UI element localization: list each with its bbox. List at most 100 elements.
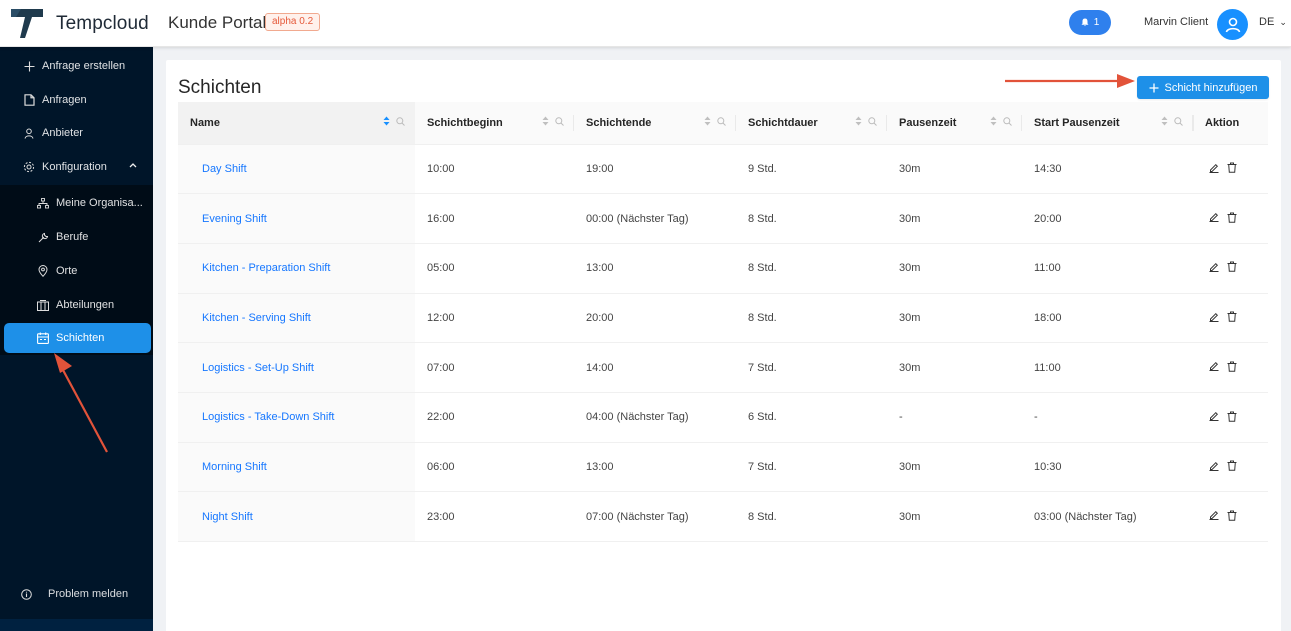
sort-icon[interactable] [704, 116, 711, 126]
shift-name-link[interactable]: Morning Shift [202, 461, 267, 473]
language-label: DE [1259, 16, 1275, 28]
shift-name-link[interactable]: Night Shift [202, 511, 253, 523]
delete-icon[interactable] [1227, 510, 1237, 521]
sidebar-item-meine-organisation[interactable]: Meine Organisa... [0, 188, 153, 218]
actions-cell [1193, 491, 1268, 542]
shift-name-cell[interactable]: Night Shift [178, 491, 415, 542]
shift-start-cell: 06:00 [415, 442, 574, 493]
plus-icon [1149, 83, 1159, 92]
shift-name-link[interactable]: Kitchen - Serving Shift [202, 312, 311, 324]
edit-icon[interactable] [1209, 312, 1219, 322]
sidebar-item-schichten[interactable]: Schichten [4, 323, 151, 353]
column-header-start-pausenzeit[interactable]: Start Pausenzeit [1022, 102, 1193, 145]
shift-name-cell[interactable]: Evening Shift [178, 193, 415, 244]
delete-icon[interactable] [1227, 261, 1237, 273]
edit-icon[interactable] [1209, 411, 1219, 422]
version-badge: alpha 0.2 [265, 13, 321, 31]
delete-icon[interactable] [1227, 162, 1237, 173]
sidebar-item-label: Berufe [56, 231, 89, 243]
sort-icon[interactable] [990, 116, 997, 126]
column-header-pausenzeit[interactable]: Pausenzeit [887, 102, 1022, 145]
shift-name-link[interactable]: Logistics - Set-Up Shift [202, 362, 314, 374]
add-shift-button[interactable]: Schicht hinzufügen [1137, 76, 1269, 99]
avatar[interactable] [1217, 9, 1248, 40]
shift-duration-cell: 8 Std. [736, 293, 887, 344]
column-header-schichtbeginn[interactable]: Schichtbeginn [415, 102, 574, 145]
table-row: Morning Shift 06:00 13:00 7 Std. 30m 10:… [178, 442, 1268, 493]
pause-start-cell: 14:30 [1022, 144, 1193, 195]
sort-icon[interactable] [542, 116, 549, 126]
top-header: Tempcloud Kunde Portal alpha 0.2 1 Marvi… [0, 0, 1291, 47]
edit-icon[interactable] [1209, 461, 1219, 471]
shift-duration-cell: 8 Std. [736, 491, 887, 542]
sidebar-item-abteilungen[interactable]: Abteilungen [0, 290, 153, 320]
search-icon[interactable] [396, 116, 405, 126]
table-row: Kitchen - Serving Shift 12:00 20:00 8 St… [178, 293, 1268, 344]
location-icon [36, 264, 50, 278]
sidebar-item-anfragen[interactable]: Anfragen [0, 85, 153, 115]
sidebar-item-anbieter[interactable]: Anbieter [0, 118, 153, 148]
delete-icon[interactable] [1227, 361, 1237, 372]
page-title: Schichten [178, 77, 262, 98]
report-problem-button[interactable]: Problem melden [0, 579, 153, 609]
shift-start-cell: 07:00 [415, 342, 574, 393]
shift-duration-cell: 8 Std. [736, 243, 887, 294]
column-header-name[interactable]: Name [178, 102, 415, 145]
notification-count: 1 [1093, 17, 1100, 28]
search-icon[interactable] [1003, 116, 1012, 126]
shifts-table-body: Day Shift 10:00 19:00 9 Std. 30m 14:30 E… [178, 144, 1268, 542]
shift-name-cell[interactable]: Kitchen - Serving Shift [178, 293, 415, 344]
edit-icon[interactable] [1209, 212, 1219, 223]
sort-icon[interactable] [855, 116, 862, 126]
sort-icon[interactable] [383, 116, 390, 126]
delete-icon[interactable] [1227, 460, 1237, 472]
search-icon[interactable] [555, 116, 564, 126]
shift-name-cell[interactable]: Logistics - Set-Up Shift [178, 342, 415, 393]
actions-cell [1193, 293, 1268, 344]
column-header-schichtdauer[interactable]: Schichtdauer [736, 102, 887, 145]
shift-name-link[interactable]: Evening Shift [202, 213, 267, 225]
sidebar-item-konfiguration[interactable]: Konfiguration [0, 152, 153, 182]
shift-name-link[interactable]: Logistics - Take-Down Shift [202, 411, 334, 423]
shift-duration-cell: 7 Std. [736, 442, 887, 493]
shift-name-cell[interactable]: Logistics - Take-Down Shift [178, 392, 415, 443]
shift-name-link[interactable]: Kitchen - Preparation Shift [202, 262, 330, 274]
actions-cell [1193, 144, 1268, 195]
tempcloud-logo[interactable] [10, 8, 44, 40]
delete-icon[interactable] [1227, 311, 1237, 322]
sidebar-item-berufe[interactable]: Berufe [0, 222, 153, 252]
sidebar-item-anfrage-erstellen[interactable]: Anfrage erstellen [0, 51, 153, 81]
delete-icon[interactable] [1227, 212, 1237, 223]
edit-icon[interactable] [1209, 510, 1219, 521]
brand-name[interactable]: Tempcloud [56, 13, 149, 35]
shift-name-cell[interactable]: Morning Shift [178, 442, 415, 493]
search-icon[interactable] [717, 116, 726, 126]
shift-end-cell: 20:00 [574, 293, 736, 344]
building-icon [36, 298, 50, 312]
search-icon[interactable] [868, 116, 877, 126]
shift-name-cell[interactable]: Kitchen - Preparation Shift [178, 243, 415, 294]
shift-end-cell: 13:00 [574, 243, 736, 294]
search-icon[interactable] [1174, 116, 1183, 126]
user-name[interactable]: Marvin Client [1144, 16, 1208, 28]
column-header-schichtende[interactable]: Schichtende [574, 102, 736, 145]
shift-duration-cell: 6 Std. [736, 392, 887, 443]
edit-icon[interactable] [1209, 163, 1219, 173]
shift-name-cell[interactable]: Day Shift [178, 144, 415, 195]
tool-icon [36, 230, 50, 244]
language-switcher[interactable]: DE ⌄ [1259, 16, 1287, 28]
shifts-table: Name Schichtbeginn Schichtende Schichtda… [178, 102, 1268, 542]
column-divider [1193, 115, 1194, 131]
edit-icon[interactable] [1209, 361, 1219, 372]
shift-name-link[interactable]: Day Shift [202, 163, 247, 175]
notification-button[interactable]: 1 [1069, 10, 1111, 35]
shift-duration-cell: 8 Std. [736, 193, 887, 244]
pause-cell: 30m [887, 442, 1022, 493]
pause-cell: 30m [887, 193, 1022, 244]
sidebar-collapse-bar[interactable] [0, 619, 153, 631]
delete-icon[interactable] [1227, 411, 1237, 422]
edit-icon[interactable] [1209, 262, 1219, 272]
actions-cell [1193, 342, 1268, 393]
sort-icon[interactable] [1161, 116, 1168, 126]
sidebar-item-orte[interactable]: Orte [0, 256, 153, 286]
